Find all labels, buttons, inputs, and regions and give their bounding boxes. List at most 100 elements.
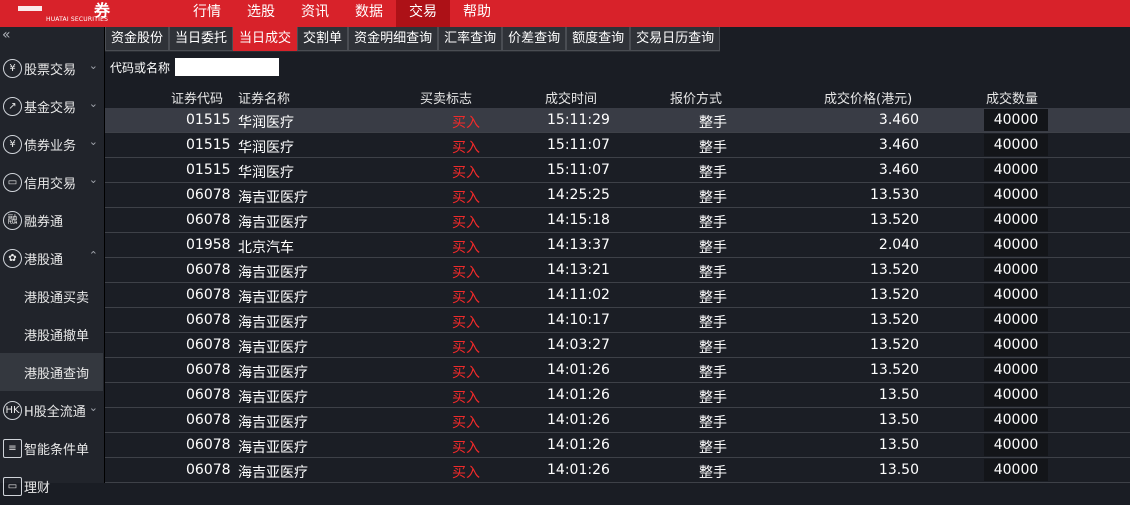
table-row[interactable]: 06078 海吉亚医疗 买入 14:10:17 整手 13.520 40000 [105, 308, 1130, 333]
sidebar-bottom-item-0[interactable]: HK H股全流通 ⌄ [0, 391, 104, 429]
method-cell: 整手 [699, 340, 727, 356]
tab-0[interactable]: 资金股份 [105, 27, 170, 51]
logo-mark [18, 6, 42, 11]
column-header-4[interactable]: 报价方式 [670, 88, 722, 107]
qty-cell: 40000 [984, 159, 1048, 181]
main-menu: 行情 选股 资讯 数据 交易 帮助 [180, 0, 504, 27]
code-name-input[interactable] [175, 58, 279, 76]
qty-cell: 40000 [984, 459, 1048, 481]
name-cell: 华润医疗 [238, 115, 294, 131]
sidebar-bottom-item-1[interactable]: ≡ 智能条件单 [0, 429, 104, 467]
sidebar-item-3[interactable]: ▭ 信用交易 ⌄ [0, 163, 104, 201]
price-cell: 13.520 [870, 287, 919, 303]
menu-item-3[interactable]: 数据 [342, 0, 396, 27]
method-cell: 整手 [699, 315, 727, 331]
sidebar-subitem-label: 港股通撤单 [24, 329, 90, 344]
price-cell: 13.50 [878, 462, 919, 478]
tab-4[interactable]: 资金明细查询 [348, 27, 439, 51]
method-cell: 整手 [699, 390, 727, 406]
table-row[interactable]: 01515 华润医疗 买入 15:11:07 整手 3.460 40000 [105, 158, 1130, 183]
sidebar-bottom-item-2[interactable]: ▭ 理财 [0, 467, 104, 505]
price-cell: 13.520 [870, 337, 919, 353]
menu-item-0[interactable]: 行情 [180, 0, 234, 27]
menu-item-1[interactable]: 选股 [234, 0, 288, 27]
table-row[interactable]: 06078 海吉亚医疗 买入 14:01:26 整手 13.520 40000 [105, 358, 1130, 383]
price-cell: 3.460 [878, 137, 919, 153]
column-header-6[interactable]: 成交数量 [986, 88, 1038, 107]
table-row[interactable]: 06078 海吉亚医疗 买入 14:25:25 整手 13.530 40000 [105, 183, 1130, 208]
tab-2[interactable]: 当日成交 [233, 27, 298, 51]
sidebar-subitem-2[interactable]: 港股通查询 [0, 353, 103, 391]
method-cell: 整手 [699, 365, 727, 381]
side-cell: 买入 [452, 115, 480, 131]
column-header-0[interactable]: 证券代码 [171, 88, 223, 107]
method-cell: 整手 [699, 265, 727, 281]
sidebar-item-label: 智能条件单 [24, 443, 90, 458]
menu-item-2[interactable]: 资讯 [288, 0, 342, 27]
time-cell: 14:01:26 [547, 387, 610, 403]
side-cell: 买入 [452, 190, 480, 206]
sidebar-icon: ¥ [3, 135, 22, 154]
sidebar-item-label: 港股通 [24, 253, 64, 268]
side-cell: 买入 [452, 290, 480, 306]
table-row[interactable]: 06078 海吉亚医疗 买入 14:15:18 整手 13.520 40000 [105, 208, 1130, 233]
side-cell: 买入 [452, 365, 480, 381]
table-row[interactable]: 06078 海吉亚医疗 买入 14:01:26 整手 13.50 40000 [105, 458, 1130, 483]
table-row[interactable]: 01958 北京汽车 买入 14:13:37 整手 2.040 40000 [105, 233, 1130, 258]
table-row[interactable]: 06078 海吉亚医疗 买入 14:01:26 整手 13.50 40000 [105, 433, 1130, 458]
table-row[interactable]: 01515 华润医疗 买入 15:11:07 整手 3.460 40000 [105, 133, 1130, 158]
table-row[interactable]: 06078 海吉亚医疗 买入 14:01:26 整手 13.50 40000 [105, 408, 1130, 433]
tab-8[interactable]: 交易日历查询 [630, 27, 721, 51]
name-cell: 海吉亚医疗 [238, 365, 308, 381]
tab-1[interactable]: 当日委托 [169, 27, 234, 51]
table-row[interactable]: 06078 海吉亚医疗 买入 14:01:26 整手 13.50 40000 [105, 383, 1130, 408]
price-cell: 3.460 [878, 162, 919, 178]
tab-6[interactable]: 价差查询 [502, 27, 567, 51]
code-cell: 06078 [186, 362, 231, 378]
sidebar-item-label: H股全流通 [24, 405, 86, 420]
sidebar-item-0[interactable]: ¥ 股票交易 ⌄ [0, 49, 104, 87]
column-header-3[interactable]: 成交时间 [545, 88, 597, 107]
code-cell: 06078 [186, 437, 231, 453]
sidebar-item-2[interactable]: ¥ 债券业务 ⌄ [0, 125, 104, 163]
side-cell: 买入 [452, 390, 480, 406]
method-cell: 整手 [699, 215, 727, 231]
menu-item-5[interactable]: 帮助 [450, 0, 504, 27]
name-cell: 华润医疗 [238, 165, 294, 181]
qty-cell: 40000 [984, 409, 1048, 431]
code-cell: 01515 [186, 162, 231, 178]
sidebar-item-1[interactable]: ↗ 基金交易 ⌄ [0, 87, 104, 125]
table-row[interactable]: 06078 海吉亚医疗 买入 14:13:21 整手 13.520 40000 [105, 258, 1130, 283]
table-row[interactable]: 06078 海吉亚医疗 买入 14:03:27 整手 13.520 40000 [105, 333, 1130, 358]
table-row[interactable]: 06078 海吉亚医疗 买入 14:11:02 整手 13.520 40000 [105, 283, 1130, 308]
side-cell: 买入 [452, 465, 480, 481]
column-header-5[interactable]: 成交价格(港元) [824, 88, 912, 107]
chevron-icon: ⌄ [88, 173, 98, 186]
table-row[interactable]: 01515 华润医疗 买入 15:11:29 整手 3.460 40000 [105, 108, 1130, 133]
tab-7[interactable]: 额度查询 [566, 27, 631, 51]
side-cell: 买入 [452, 440, 480, 456]
time-cell: 14:03:27 [547, 337, 610, 353]
price-cell: 13.50 [878, 387, 919, 403]
side-cell: 买入 [452, 265, 480, 281]
chevron-icon: ⌃ [88, 249, 98, 262]
tab-3[interactable]: 交割单 [297, 27, 349, 51]
name-cell: 海吉亚医疗 [238, 390, 308, 406]
qty-cell: 40000 [984, 284, 1048, 306]
column-header-2[interactable]: 买卖标志 [420, 88, 472, 107]
price-cell: 2.040 [878, 237, 919, 253]
collapse-sidebar-icon[interactable]: « [2, 27, 11, 43]
sidebar-item-5[interactable]: ✿ 港股通 ⌃ [0, 239, 104, 277]
tab-5[interactable]: 汇率查询 [438, 27, 503, 51]
code-cell: 06078 [186, 337, 231, 353]
sidebar-subitem-1[interactable]: 港股通撤单 [0, 315, 103, 353]
chevron-icon: ⌄ [88, 97, 98, 110]
method-cell: 整手 [699, 165, 727, 181]
sidebar-item-4[interactable]: 融融券通 [0, 201, 104, 239]
sidebar-subitem-0[interactable]: 港股通买卖 [0, 277, 103, 315]
tab-bar: 资金股份 当日委托 当日成交 交割单 资金明细查询 汇率查询 价差查询 额度查询 交易日历查询 [105, 27, 721, 52]
column-header-1[interactable]: 证券名称 [238, 88, 290, 107]
price-cell: 13.520 [870, 362, 919, 378]
menu-item-4[interactable]: 交易 [396, 0, 450, 27]
sidebar-icon: HK [3, 401, 22, 420]
